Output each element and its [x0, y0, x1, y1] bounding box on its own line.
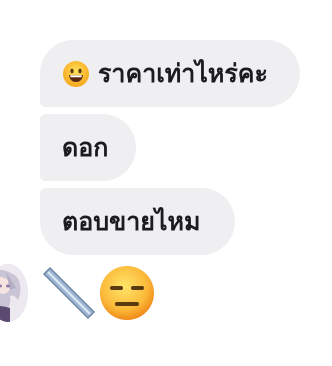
chat-thread: ราคาเท่าไหร่คะ ดอก ตอบขายไหม [0, 0, 332, 366]
message-bubble[interactable]: ดอก [40, 114, 136, 181]
message-bubble[interactable]: ตอบขายไหม [40, 188, 235, 255]
grinning-face-icon [62, 60, 90, 88]
message-text: ราคาเท่าไหร่คะ [98, 59, 268, 88]
message-text: ดอก [62, 133, 109, 162]
slash-sticker-icon[interactable] [40, 264, 98, 322]
message-text: ตอบขายไหม [62, 207, 201, 236]
avatar[interactable] [0, 264, 28, 322]
message-bubble[interactable]: ราคาเท่าไหร่คะ [40, 40, 300, 107]
expressionless-face-icon[interactable] [98, 264, 156, 322]
